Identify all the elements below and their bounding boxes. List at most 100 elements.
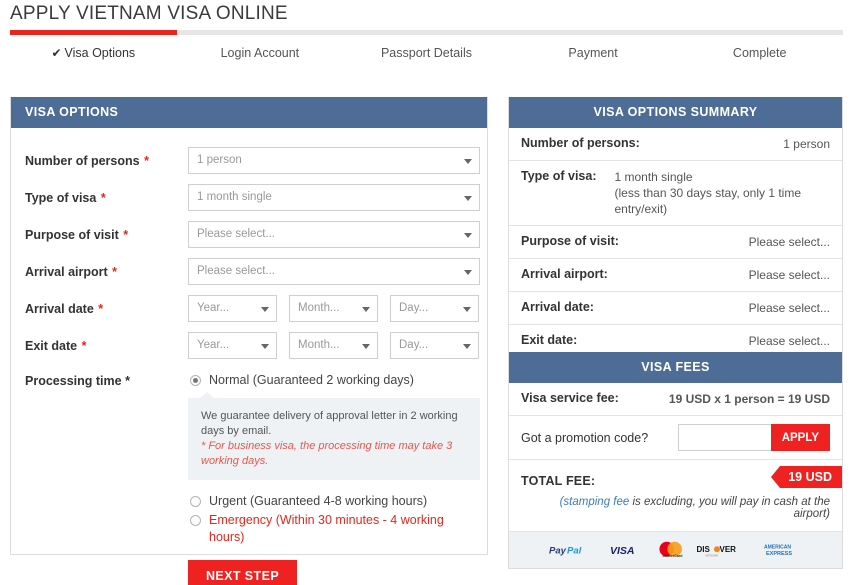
processing-time-info-box: We guarantee delivery of approval letter… <box>188 392 480 480</box>
select-value: Year... <box>197 302 230 314</box>
radio-option-emergency[interactable]: Emergency (Within 30 minutes - 4 working… <box>188 512 480 546</box>
field-label: Exit date * <box>25 338 87 353</box>
fees-row-service-fee: Visa service fee: 19 USD x 1 person = 19… <box>509 383 842 416</box>
field-control: Please select... <box>188 258 480 285</box>
step-label: Login Account <box>220 46 300 60</box>
exit-date-year-select[interactable]: Year... <box>188 332 277 359</box>
svg-text:AMERICAN: AMERICAN <box>764 545 791 551</box>
chevron-down-icon <box>362 343 370 349</box>
summary-row-type-of-visa: Type of visa: 1 month single (less than … <box>509 161 842 226</box>
radio-label: Urgent (Guaranteed 4-8 working hours) <box>209 494 428 508</box>
summary-row-number-of-persons: Number of persons: 1 person <box>509 128 842 161</box>
apply-promotion-button[interactable]: APPLY <box>770 424 830 451</box>
select-value: 1 person <box>197 154 242 166</box>
required-marker: * <box>123 227 129 242</box>
stamping-fee-link[interactable]: (stamping fee <box>560 496 630 508</box>
summary-panel-header: VISA OPTIONS SUMMARY <box>509 97 842 128</box>
arrival-date-month-select[interactable]: Month... <box>289 295 378 322</box>
step-complete[interactable]: Complete <box>676 42 843 68</box>
field-control: 1 person <box>188 147 480 174</box>
step-label: Visa Options <box>64 46 136 60</box>
summary-value: Please select... <box>748 334 830 348</box>
chevron-down-icon <box>464 232 472 238</box>
select-value: Day... <box>399 339 429 351</box>
field-number-of-persons: Number of persons * 1 person <box>11 142 487 179</box>
number-of-persons-select[interactable]: 1 person <box>188 147 480 174</box>
page-title: APPLY VIETNAM VISA ONLINE <box>10 3 288 24</box>
promotion-code-label: Got a promotion code? <box>521 430 649 445</box>
summary-value: Please select... <box>748 268 830 282</box>
mastercard-logo-icon: MasterCard <box>658 541 682 558</box>
summary-value-sub: (less than 30 days stay, only 1 time ent… <box>614 186 802 216</box>
field-control: Year... Month... Day... <box>188 295 479 322</box>
visa-options-panel-header: VISA OPTIONS <box>11 97 487 128</box>
progress-track <box>10 30 843 35</box>
chevron-down-icon <box>463 306 471 312</box>
step-payment[interactable]: Payment <box>510 42 677 68</box>
svg-text:VISA: VISA <box>610 545 635 557</box>
select-value: Day... <box>399 302 429 314</box>
radio-icon[interactable] <box>190 515 201 526</box>
required-marker: * <box>100 190 106 205</box>
step-visa-options[interactable]: ✔ Visa Options <box>10 42 177 68</box>
arrival-airport-select[interactable]: Please select... <box>188 258 480 285</box>
check-icon: ✔ <box>51 46 62 60</box>
field-exit-date: Exit date * Year... Month... Day... <box>11 327 487 364</box>
select-value: Please select... <box>197 228 275 240</box>
summary-key: Number of persons: <box>521 136 640 150</box>
chevron-down-icon <box>362 306 370 312</box>
summary-key: Arrival airport: <box>521 267 608 281</box>
visa-application-page: APPLY VIETNAM VISA ONLINE ✔ Visa Options … <box>0 0 853 585</box>
summary-key: Exit date: <box>521 333 578 347</box>
discover-logo-icon: DIS VER NETWORK <box>696 545 736 558</box>
step-passport-details[interactable]: Passport Details <box>343 42 510 68</box>
arrival-date-year-select[interactable]: Year... <box>188 295 277 322</box>
visa-options-panel: VISA OPTIONS Number of persons * 1 perso… <box>10 97 488 585</box>
summary-key: Purpose of visit: <box>521 234 619 248</box>
select-value: 1 month single <box>197 191 272 203</box>
info-line-primary: We guarantee delivery of approval letter… <box>201 410 458 437</box>
field-purpose-of-visit: Purpose of visit * Please select... <box>11 216 487 253</box>
exit-date-day-select[interactable]: Day... <box>390 332 479 359</box>
promotion-code-input[interactable] <box>677 424 771 451</box>
svg-text:DIS: DIS <box>696 545 710 554</box>
fees-row-total: TOTAL FEE: 19 USD <box>509 460 842 494</box>
field-control: Please select... <box>188 221 480 248</box>
field-label: Number of persons * <box>25 153 149 168</box>
svg-text:Pal: Pal <box>567 545 582 556</box>
paypal-logo-icon: Pay Pal <box>549 545 582 556</box>
radio-label: Emergency (Within 30 minutes - 4 working… <box>209 513 444 544</box>
radio-icon[interactable] <box>190 375 201 386</box>
summary-value: Please select... <box>748 235 830 249</box>
step-label: Passport Details <box>380 46 472 60</box>
american-express-logo-icon: AMERICAN EXPRESS <box>764 545 792 558</box>
required-marker: * <box>125 374 130 388</box>
radio-icon[interactable] <box>190 496 201 507</box>
type-of-visa-select[interactable]: 1 month single <box>188 184 480 211</box>
required-marker: * <box>144 153 149 168</box>
chevron-down-icon <box>463 343 471 349</box>
summary-key: Arrival date: <box>521 300 594 314</box>
step-login-account[interactable]: Login Account <box>177 42 344 68</box>
step-label: Complete <box>732 46 787 60</box>
svg-text:VER: VER <box>719 545 736 554</box>
required-marker: * <box>98 301 104 316</box>
payment-methods-strip: Pay Pal VISA MasterCard DIS VER NETWORK … <box>509 531 842 568</box>
fees-row-promotion-code: Got a promotion code? APPLY <box>509 416 842 460</box>
field-control: Year... Month... Day... <box>188 332 479 359</box>
purpose-of-visit-select[interactable]: Please select... <box>188 221 480 248</box>
arrival-date-day-select[interactable]: Day... <box>390 295 479 322</box>
select-value: Month... <box>298 302 340 314</box>
visa-options-form: Number of persons * 1 person Type of vis… <box>11 128 487 585</box>
service-fee-value: 19 USD x 1 person = 19 USD <box>668 392 830 406</box>
summary-value: Please select... <box>748 301 830 315</box>
field-arrival-date: Arrival date * Year... Month... Day... <box>11 290 487 327</box>
radio-option-urgent[interactable]: Urgent (Guaranteed 4-8 working hours) <box>188 493 480 510</box>
next-step-button[interactable]: NEXT STEP <box>188 560 298 585</box>
select-value: Year... <box>197 339 230 351</box>
field-label: Arrival airport * <box>25 264 118 279</box>
exit-date-month-select[interactable]: Month... <box>289 332 378 359</box>
radio-option-normal[interactable]: Normal (Guaranteed 2 working days) <box>188 372 480 389</box>
step-indicator: ✔ Visa Options Login Account Passport Det… <box>10 42 843 68</box>
info-line-warning: * For business visa, the processing time… <box>201 440 453 467</box>
